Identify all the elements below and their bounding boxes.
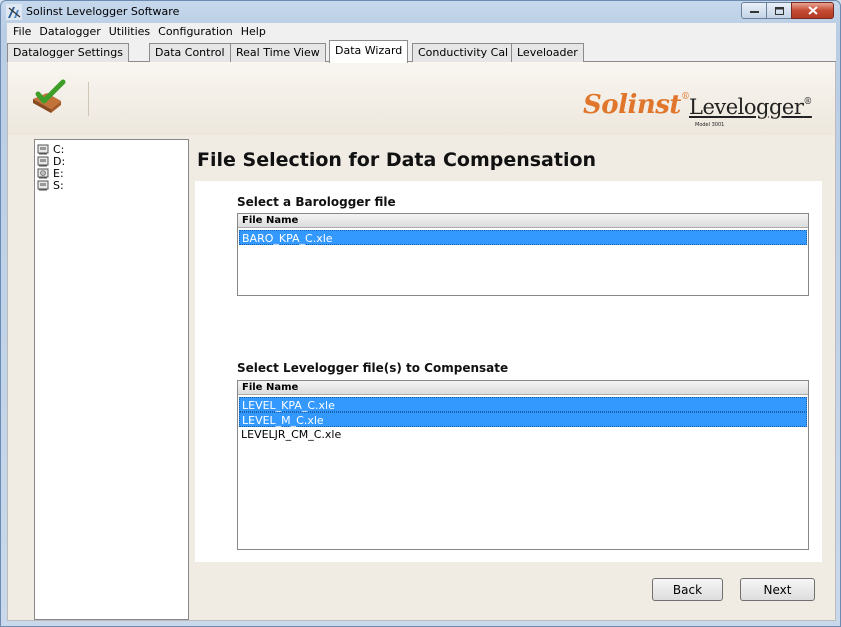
drive-item-s[interactable]: S:	[37, 179, 188, 191]
solinst-logo: Solinst®	[583, 90, 690, 120]
window-title: Solinst Levelogger Software	[26, 5, 180, 18]
file-name-column-header[interactable]: File Name	[238, 381, 808, 395]
barologger-section-label: Select a Barologger file	[237, 195, 396, 209]
hard-drive-icon	[37, 156, 49, 166]
levelogger-logo: Levelogger®	[689, 95, 812, 119]
data-wizard-panel: Solinst® Levelogger® Model 3001 C: D: E:…	[7, 62, 836, 621]
tab-leveloader[interactable]: Leveloader	[511, 43, 584, 62]
hard-drive-icon	[37, 180, 49, 190]
minimize-button[interactable]	[741, 2, 767, 19]
list-item[interactable]: LEVEL_KPA_C.xle	[239, 397, 807, 412]
list-item[interactable]: BARO_KPA_C.xle	[239, 230, 807, 245]
tab-conductivity-cal[interactable]: Conductivity Cal	[412, 43, 515, 62]
tab-real-time-view[interactable]: Real Time View	[230, 43, 326, 62]
barologger-file-list[interactable]: File Name BARO_KPA_C.xle	[237, 213, 809, 296]
menu-file[interactable]: File	[9, 25, 35, 38]
file-selection-panel: Select a Barologger file File Name BARO_…	[195, 181, 822, 562]
menu-bar: File Datalogger Utilities Configuration …	[7, 23, 836, 40]
drive-label: D:	[53, 154, 66, 168]
back-button[interactable]: Back	[652, 578, 723, 601]
tab-datalogger-settings[interactable]: Datalogger Settings	[7, 43, 129, 62]
next-button[interactable]: Next	[740, 578, 815, 601]
maximize-icon	[774, 6, 784, 15]
file-name-column-header[interactable]: File Name	[238, 214, 808, 228]
minimize-icon	[749, 10, 759, 13]
app-icon	[6, 4, 22, 20]
menu-datalogger[interactable]: Datalogger	[35, 25, 104, 38]
close-icon	[807, 6, 818, 15]
logo-model-text: Model 3001	[695, 122, 725, 128]
list-item[interactable]: LEVELJR_CM_C.xle	[239, 427, 807, 442]
drive-item-d[interactable]: D:	[37, 155, 188, 167]
page-title: File Selection for Data Compensation	[197, 149, 597, 171]
maximize-button[interactable]	[766, 2, 792, 19]
tab-strip: Datalogger Settings Data Control Real Ti…	[7, 40, 836, 63]
toolbar-separator	[88, 82, 89, 116]
drive-label: S:	[53, 178, 64, 192]
title-bar[interactable]: Solinst Levelogger Software	[1, 1, 840, 23]
menu-utilities[interactable]: Utilities	[105, 25, 154, 38]
wizard-checkmark-icon[interactable]	[29, 79, 69, 115]
drive-item-c[interactable]: C:	[37, 143, 188, 155]
menu-help[interactable]: Help	[237, 25, 270, 38]
application-window: Solinst Levelogger Software File Datalog…	[0, 0, 841, 627]
levelogger-file-list[interactable]: File Name LEVEL_KPA_C.xle LEVEL_M_C.xle …	[237, 380, 809, 550]
drive-item-e[interactable]: E:	[37, 167, 188, 179]
levelogger-section-label: Select Levelogger file(s) to Compensate	[237, 361, 509, 375]
drive-label: C:	[53, 142, 65, 156]
cd-drive-icon	[37, 168, 49, 178]
tab-data-wizard[interactable]: Data Wizard	[329, 40, 409, 63]
drive-tree[interactable]: C: D: E: S:	[34, 139, 189, 620]
menu-configuration[interactable]: Configuration	[154, 25, 237, 38]
list-item[interactable]: LEVEL_M_C.xle	[239, 412, 807, 427]
toolbar: Solinst® Levelogger® Model 3001	[8, 62, 835, 135]
close-button[interactable]	[791, 2, 834, 19]
drive-label: E:	[53, 166, 64, 180]
hard-drive-icon	[37, 144, 49, 154]
tab-data-control[interactable]: Data Control	[149, 43, 231, 62]
